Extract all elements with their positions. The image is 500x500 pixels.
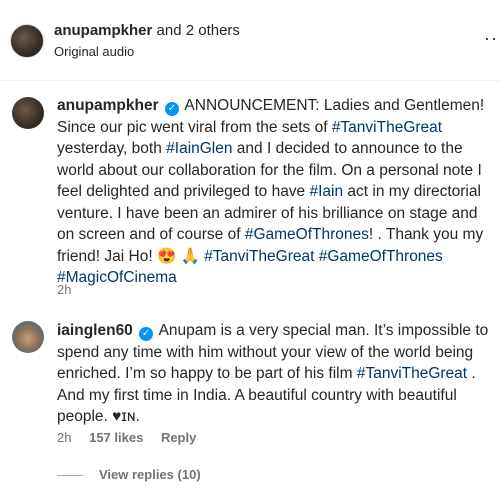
- comment-caption: anupampkher ✓ ANNOUNCEMENT: Ladies and G…: [57, 95, 497, 289]
- post-author[interactable]: anupampkher and 2 others: [54, 22, 240, 39]
- hashtag-link[interactable]: #TanviTheGreat: [357, 365, 467, 382]
- avatar[interactable]: [12, 97, 44, 129]
- hashtag-link[interactable]: #GameOfThrones: [319, 248, 443, 265]
- comment-time: 2h: [57, 430, 72, 445]
- verified-badge-icon: ✓: [164, 102, 179, 116]
- audio-label[interactable]: Original audio: [54, 44, 134, 59]
- comment: iainglen60 ✓ Anupam is a very special ma…: [57, 320, 497, 428]
- likes-count[interactable]: 157 likes: [89, 430, 143, 445]
- avatar[interactable]: [12, 321, 44, 353]
- comment-username[interactable]: iainglen60: [57, 322, 133, 339]
- comment-time: 2h: [57, 282, 72, 297]
- view-replies-label[interactable]: View replies (10): [99, 467, 201, 482]
- view-replies-button[interactable]: View replies (10): [57, 467, 201, 482]
- more-horizontal-icon[interactable]: ···: [484, 28, 500, 49]
- hashtag-link[interactable]: #GameOfThrones: [245, 226, 369, 243]
- comment-text: ANNOUNCEMENT: Ladies and Gentlemen! Sinc…: [57, 97, 484, 286]
- hashtag-link[interactable]: #TanviTheGreat: [332, 119, 442, 136]
- hashtag-link[interactable]: #Iain: [310, 183, 344, 200]
- comment-text-segment: yesterday, both: [57, 140, 167, 157]
- divider: [0, 80, 500, 81]
- hashtag-link[interactable]: #TanviTheGreat: [204, 248, 314, 265]
- author-username[interactable]: anupampkher: [54, 22, 152, 39]
- collaborators-text[interactable]: and 2 others: [152, 22, 240, 39]
- hashtag-link[interactable]: #IainGlen: [166, 140, 232, 157]
- avatar[interactable]: [10, 24, 44, 58]
- comment-text-segment: 😍 🙏: [156, 247, 205, 265]
- comment-meta: 2h: [57, 282, 85, 297]
- comment-username[interactable]: anupampkher: [57, 97, 159, 114]
- verified-badge-icon: ✓: [139, 327, 154, 341]
- post-header: anupampkher and 2 others Original audio …: [0, 0, 500, 72]
- reply-button[interactable]: Reply: [161, 430, 196, 445]
- replies-divider: [57, 475, 83, 477]
- comment-meta: 2h 157 likes Reply: [57, 430, 210, 445]
